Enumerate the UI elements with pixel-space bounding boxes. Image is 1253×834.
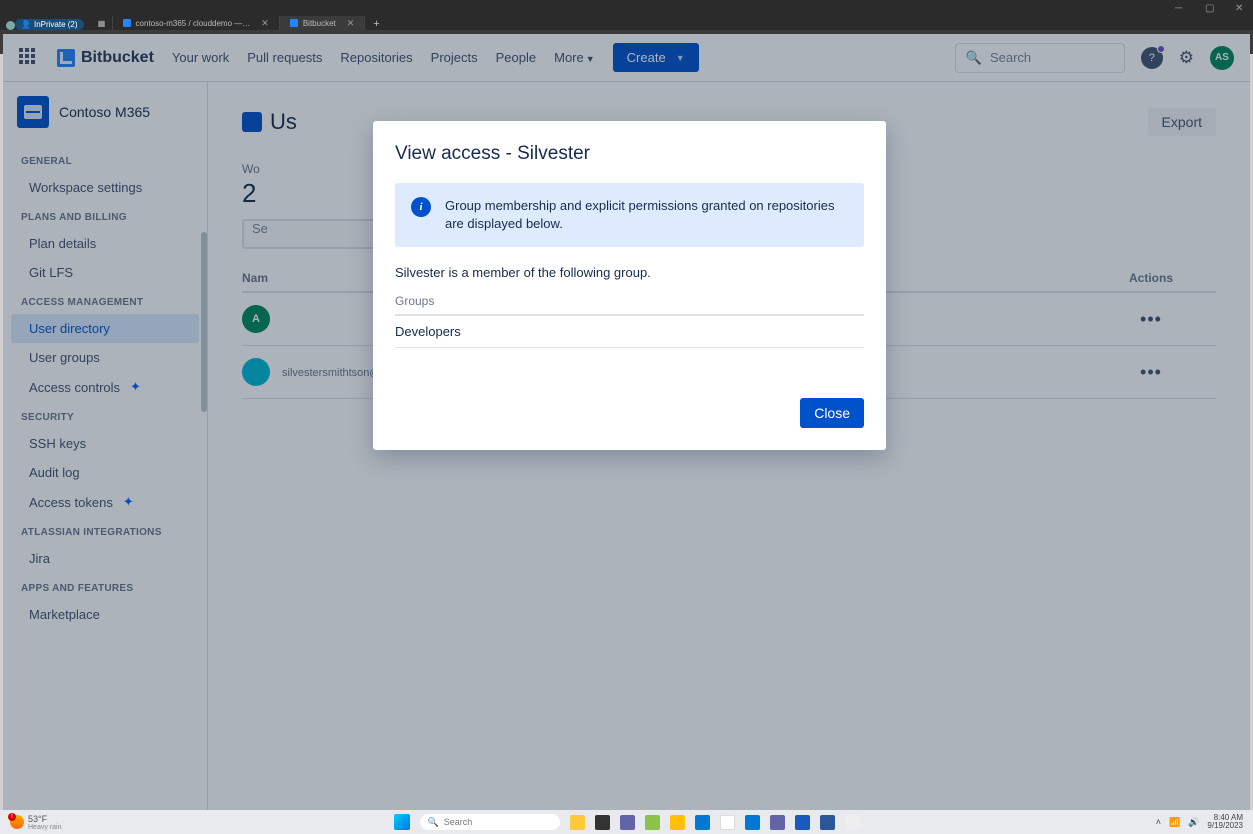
taskbar-clock[interactable]: 8:40 AM9/19/2023 [1207, 814, 1243, 830]
nav-pull-requests[interactable]: Pull requests [247, 50, 322, 65]
window-titlebar: ─ ▢ ✕ [0, 0, 1253, 15]
sidebar-item-audit-log[interactable]: Audit log [11, 458, 199, 487]
taskbar-app-icon[interactable] [745, 815, 760, 830]
new-tab-button[interactable]: + [365, 18, 387, 30]
section-heading: ACCESS MANAGEMENT [3, 287, 207, 314]
app-switcher-icon[interactable] [19, 48, 39, 68]
notification-dot-icon [1157, 45, 1165, 53]
taskbar-app-icon[interactable] [770, 815, 785, 830]
weather-widget[interactable]: ! 53°FHeavy rain [10, 814, 61, 831]
wifi-icon[interactable]: 📶 [1169, 817, 1180, 828]
weather-icon: ! [10, 815, 24, 829]
tab-close-icon[interactable]: ✕ [261, 18, 269, 29]
user-avatar[interactable]: AS [1210, 46, 1234, 70]
user-avatar-icon [242, 358, 270, 386]
sparkle-icon: ✦ [123, 494, 134, 510]
member-description: Silvester is a member of the following g… [395, 265, 864, 280]
app-page: Bitbucket Your work Pull requests Reposi… [3, 34, 1250, 810]
taskbar-app-icon[interactable] [670, 815, 685, 830]
taskbar-app-icon[interactable] [570, 815, 585, 830]
nav-projects[interactable]: Projects [431, 50, 478, 65]
inprivate-badge[interactable]: 👤InPrivate (2) [15, 19, 84, 30]
nav-more[interactable]: More▼ [554, 50, 595, 65]
info-text: Group membership and explicit permission… [445, 197, 848, 233]
profile-icon[interactable] [6, 21, 15, 30]
search-icon: 🔍 [428, 817, 439, 828]
row-actions-button[interactable]: ••• [1086, 362, 1216, 383]
sidebar-item-access-controls[interactable]: Access controls✦ [11, 372, 199, 402]
sidebar: Contoso M365 GENERAL Workspace settings … [3, 82, 208, 810]
scrollbar-thumb[interactable] [201, 232, 207, 412]
user-avatar-icon: A [242, 305, 270, 333]
groups-column-label: Groups [395, 294, 864, 316]
search-icon: 🔍 [966, 50, 982, 66]
maximize-icon[interactable]: ▢ [1205, 3, 1215, 13]
modal-title: View access - Silvester [395, 143, 864, 165]
section-heading: PLANS AND BILLING [3, 202, 207, 229]
top-navigation: Bitbucket Your work Pull requests Reposi… [3, 34, 1250, 82]
sidebar-item-user-groups[interactable]: User groups [11, 343, 199, 372]
sidebar-item-plan-details[interactable]: Plan details [11, 229, 199, 258]
workspace-name: Contoso M365 [59, 104, 150, 120]
sidebar-item-ssh-keys[interactable]: SSH keys [11, 429, 199, 458]
nav-repositories[interactable]: Repositories [340, 50, 412, 65]
sidebar-item-user-directory[interactable]: User directory [11, 314, 199, 343]
column-actions: Actions [1086, 271, 1216, 285]
taskbar-app-icon[interactable] [595, 815, 610, 830]
windows-taskbar: ! 53°FHeavy rain 🔍Search ˄ 📶 🔊 8:40 AM9/… [0, 810, 1253, 834]
info-banner: i Group membership and explicit permissi… [395, 183, 864, 247]
section-heading: ATLASSIAN INTEGRATIONS [3, 517, 207, 544]
minimize-icon[interactable]: ─ [1175, 3, 1185, 13]
taskbar-search[interactable]: 🔍Search [420, 814, 560, 830]
page-icon [242, 112, 262, 132]
section-heading: SECURITY [3, 402, 207, 429]
browser-tabbar: 👤InPrivate (2) ▦ contoso-m365 / clouddem… [0, 15, 1253, 30]
taskbar-app-icon[interactable] [795, 815, 810, 830]
help-icon[interactable]: ? [1141, 47, 1163, 69]
sparkle-icon: ✦ [130, 379, 141, 395]
nav-people[interactable]: People [496, 50, 536, 65]
taskbar-app-icon[interactable] [820, 815, 835, 830]
sidebar-item-access-tokens[interactable]: Access tokens✦ [11, 487, 199, 517]
bitbucket-favicon-icon [290, 19, 298, 27]
chevron-down-icon: ▼ [676, 53, 685, 63]
taskbar-app-icon[interactable] [845, 815, 860, 830]
bitbucket-logo-icon [57, 49, 75, 67]
taskbar-app-icon[interactable] [695, 815, 710, 830]
sidebar-item-jira[interactable]: Jira [11, 544, 199, 573]
taskbar-app-icon[interactable] [645, 815, 660, 830]
bitbucket-favicon-icon [123, 19, 131, 27]
create-button[interactable]: Create▼ [613, 43, 699, 72]
close-window-icon[interactable]: ✕ [1235, 3, 1245, 13]
section-heading: APPS AND FEATURES [3, 573, 207, 600]
tab-close-icon[interactable]: ✕ [347, 18, 355, 29]
product-logo[interactable]: Bitbucket [57, 49, 154, 67]
export-button[interactable]: Export [1148, 108, 1216, 136]
settings-icon[interactable]: ⚙ [1179, 48, 1194, 68]
nav-your-work[interactable]: Your work [172, 50, 229, 65]
volume-icon[interactable]: 🔊 [1188, 817, 1199, 828]
close-button[interactable]: Close [800, 398, 864, 428]
tray-chevron-icon[interactable]: ˄ [1156, 817, 1161, 827]
browser-tab[interactable]: contoso-m365 / clouddemo —…✕ [113, 16, 280, 30]
start-button[interactable] [394, 814, 410, 830]
workspace-icon [17, 96, 49, 128]
taskbar-app-icon[interactable] [720, 815, 735, 830]
section-heading: GENERAL [3, 146, 207, 173]
row-actions-button[interactable]: ••• [1086, 309, 1216, 330]
sidebar-item-workspace-settings[interactable]: Workspace settings [11, 173, 199, 202]
info-icon: i [411, 197, 431, 217]
global-search-input[interactable]: 🔍Search [955, 43, 1125, 73]
sidebar-item-git-lfs[interactable]: Git LFS [11, 258, 199, 287]
page-title: Us [242, 109, 297, 135]
view-access-modal: View access - Silvester i Group membersh… [373, 121, 886, 450]
browser-tab[interactable]: Bitbucket✕ [280, 16, 365, 30]
taskbar-app-icon[interactable] [620, 815, 635, 830]
chevron-down-icon: ▼ [586, 54, 595, 64]
group-row: Developers [395, 316, 864, 348]
sidebar-item-marketplace[interactable]: Marketplace [11, 600, 199, 629]
browser-app-tab[interactable]: ▦ [92, 16, 113, 30]
workspace-header[interactable]: Contoso M365 [3, 96, 207, 146]
